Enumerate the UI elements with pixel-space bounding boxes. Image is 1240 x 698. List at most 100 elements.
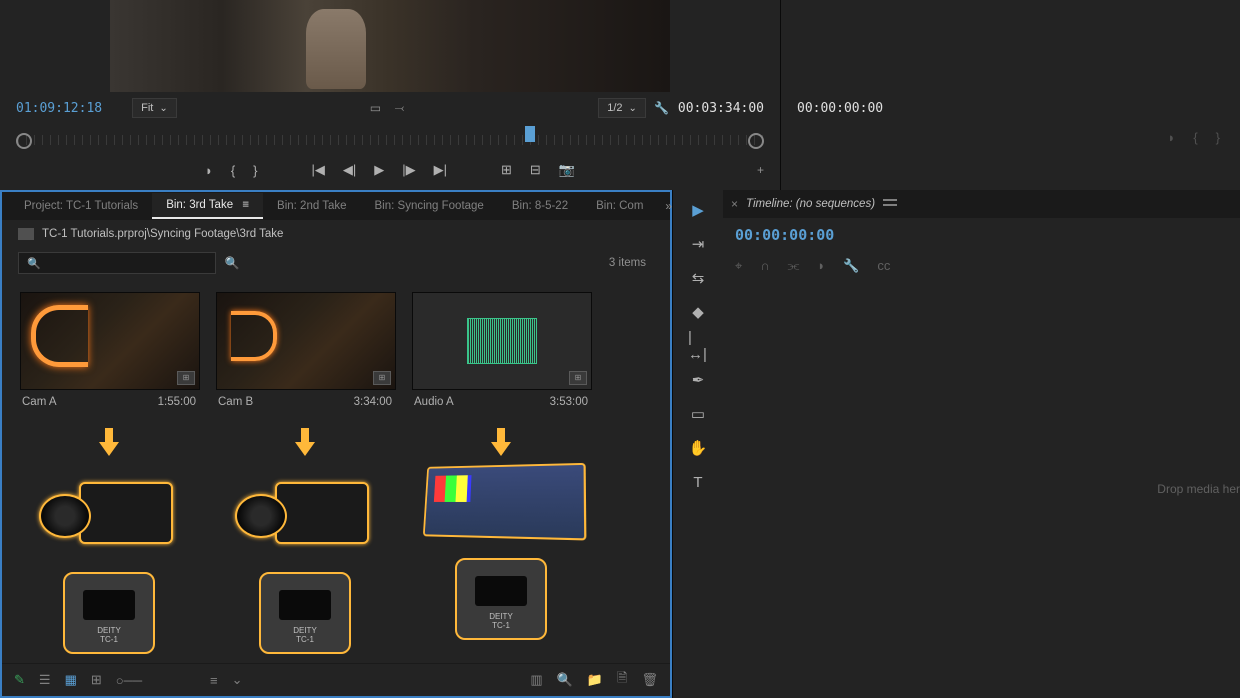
type-tool-icon[interactable]: T (688, 472, 708, 492)
search-input[interactable] (18, 252, 216, 274)
clip-duration: 1:55:00 (158, 396, 196, 408)
razor-tool-icon[interactable]: ◆ (688, 302, 708, 322)
linked-selection-icon[interactable]: ⫘ (788, 258, 800, 274)
delete-icon[interactable]: 🗑 (641, 672, 658, 688)
tab-bin-date[interactable]: Bin: 8-5-22 (498, 194, 582, 218)
resolution-half-icon[interactable]: ▭ (367, 100, 383, 116)
clip-audio-a[interactable]: ⊞ Audio A 3:53:00 (412, 292, 590, 414)
clip-duration: 3:53:00 (550, 396, 588, 408)
slip-tool-icon[interactable]: |↔| (688, 336, 708, 356)
program-timecode[interactable]: 00:00:00:00 (797, 101, 883, 116)
step-forward-icon[interactable]: |▶ (402, 162, 415, 178)
program-monitor: 00:00:00:00 ◗ { } (780, 0, 1240, 190)
insert-icon[interactable]: ⊞ (501, 162, 512, 178)
clip-cam-b[interactable]: ⊞ Cam B 3:34:00 (216, 292, 394, 414)
sort-dir-icon[interactable]: ⌄ (232, 672, 243, 688)
bin-icon (18, 228, 34, 240)
magnet-icon[interactable]: ∩ (760, 258, 769, 274)
tc-device-graphic (63, 572, 155, 654)
clip-grid: ⊞ Cam A 1:55:00 ⊞ Cam B 3:34:00 (2, 278, 670, 428)
write-icon[interactable]: ✎ (14, 672, 25, 688)
waveform-icon (467, 318, 537, 364)
clip-type-icon: ⊞ (177, 371, 195, 385)
selection-tool-icon[interactable]: ▶ (688, 200, 708, 220)
camera-graphic (39, 464, 179, 552)
overlay-graphics (2, 428, 670, 654)
pen-tool-icon[interactable]: ✒ (688, 370, 708, 390)
timeline-title[interactable]: Timeline: (no sequences) (746, 198, 875, 210)
go-to-in-icon[interactable]: |◀ (312, 162, 325, 178)
source-scrubber[interactable] (16, 128, 764, 152)
tab-bin-com[interactable]: Bin: Com (582, 194, 657, 218)
rectangle-tool-icon[interactable]: ▭ (688, 404, 708, 424)
tc-device-graphic (455, 558, 547, 640)
new-item-icon[interactable]: 🗎 (617, 669, 627, 691)
tab-bin-syncing[interactable]: Bin: Syncing Footage (361, 194, 498, 218)
overwrite-icon[interactable]: ⊟ (530, 162, 541, 178)
step-back-icon[interactable]: ◀| (343, 162, 356, 178)
snap-icon[interactable]: ⌖ (735, 258, 742, 274)
mark-out-bracket-icon[interactable]: } (253, 163, 257, 178)
go-to-out-icon[interactable]: ▶| (434, 162, 447, 178)
icon-view-icon[interactable]: ▦ (65, 672, 77, 688)
sort-icon[interactable]: ≡ (210, 673, 218, 688)
zoom-fit-dropdown[interactable]: Fit (132, 98, 177, 118)
mark-in-bracket-icon[interactable]: { (231, 163, 235, 178)
arrow-down-icon (295, 428, 315, 456)
resolution-step-icon[interactable]: ⤙ (391, 100, 407, 116)
playback-res-dropdown[interactable]: 1/2 (598, 98, 646, 118)
export-frame-icon[interactable]: 📷 (559, 162, 575, 178)
panel-menu-icon[interactable] (883, 199, 897, 209)
new-bin-icon[interactable]: 📁 (587, 672, 603, 688)
clip-cam-a[interactable]: ⊞ Cam A 1:55:00 (20, 292, 198, 414)
tab-project[interactable]: Project: TC-1 Tutorials (10, 194, 152, 218)
arrow-down-icon (491, 428, 511, 456)
clip-thumbnail[interactable]: ⊞ (20, 292, 200, 390)
find-icon[interactable]: 🔍 (557, 672, 573, 688)
track-select-forward-icon[interactable]: ⇥ (688, 234, 708, 254)
camera-graphic (235, 464, 375, 552)
search-bin-icon[interactable]: 🔍 (224, 255, 240, 271)
automate-icon[interactable]: ▥ (530, 672, 542, 688)
play-icon[interactable]: ▶ (374, 162, 384, 178)
freeform-view-icon[interactable]: ⊞ (91, 672, 102, 688)
settings-wrench-icon[interactable]: 🔧 (654, 100, 670, 116)
clip-name: Cam B (218, 396, 253, 408)
pgm-in-icon: { (1193, 130, 1197, 145)
ripple-edit-icon[interactable]: ⇆ (688, 268, 708, 288)
timeline-drop-zone[interactable]: Drop media her (723, 280, 1240, 698)
tools-panel: ▶ ⇥ ⇆ ◆ |↔| ✒ ▭ ✋ T (672, 190, 723, 698)
clip-type-icon: ⊞ (569, 371, 587, 385)
tab-bin-2nd-take[interactable]: Bin: 2nd Take (263, 194, 360, 218)
tabs-overflow-icon[interactable]: » (657, 199, 680, 213)
pgm-out-icon: } (1216, 130, 1220, 145)
playhead[interactable] (525, 126, 535, 142)
marker-icon[interactable]: ◗ (817, 258, 825, 274)
zoom-slider-icon[interactable]: ○── (116, 673, 142, 688)
timeline-timecode[interactable]: 00:00:00:00 (735, 226, 834, 244)
button-editor-icon[interactable]: + (757, 163, 764, 177)
clip-duration: 3:34:00 (354, 396, 392, 408)
clip-name: Audio A (414, 396, 454, 408)
breadcrumb[interactable]: TC-1 Tutorials.prproj\Syncing Footage\3r… (2, 220, 670, 248)
close-panel-icon[interactable]: × (731, 197, 738, 211)
tab-bin-3rd-take[interactable]: Bin: 3rd Take ≡ (152, 193, 263, 219)
source-duration: 00:03:34:00 (678, 101, 764, 116)
cc-icon[interactable]: cc (877, 258, 890, 274)
clip-thumbnail[interactable]: ⊞ (216, 292, 396, 390)
transport-controls: ◗ { } |◀ ◀| ▶ |▶ ▶| ⊞ ⊟ 📷 + (0, 156, 780, 184)
source-timecode-in[interactable]: 01:09:12:18 (16, 101, 102, 116)
panel-menu-icon[interactable]: ≡ (242, 199, 249, 211)
list-view-icon[interactable]: ☰ (39, 672, 51, 688)
source-preview[interactable] (110, 0, 670, 92)
item-count: 3 items (609, 257, 654, 269)
drop-hint-label: Drop media her (1157, 482, 1240, 496)
wrench-settings-icon[interactable]: 🔧 (843, 258, 859, 274)
hand-tool-icon[interactable]: ✋ (688, 438, 708, 458)
project-footer: ✎ ☰ ▦ ⊞ ○── ≡ ⌄ ▥ 🔍 📁 🗎 🗑 (2, 663, 670, 696)
mark-in-icon[interactable]: ◗ (205, 163, 213, 178)
clip-thumbnail[interactable]: ⊞ (412, 292, 592, 390)
clip-name: Cam A (22, 396, 57, 408)
timeline-panel: × Timeline: (no sequences) 00:00:00:00 ⌖… (723, 190, 1240, 698)
tc-device-graphic (259, 572, 351, 654)
